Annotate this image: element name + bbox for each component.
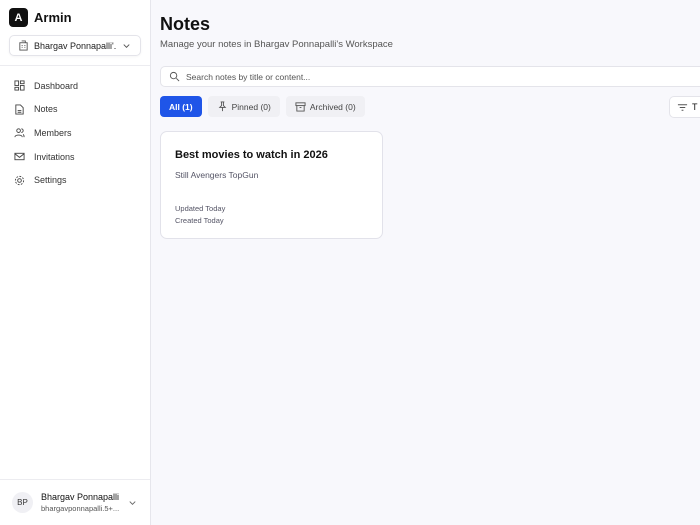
sidebar-item-label: Dashboard	[34, 81, 78, 91]
note-card[interactable]: Best movies to watch in 2026 Still Aveng…	[160, 131, 383, 239]
sidebar-item-label: Settings	[34, 175, 67, 185]
sidebar-item-invitations[interactable]: Invitations	[9, 145, 143, 169]
tab-all[interactable]: All (1)	[160, 96, 202, 117]
tab-archived[interactable]: Archived (0)	[286, 96, 365, 117]
sidebar-item-notes[interactable]: Notes	[9, 98, 143, 122]
search-box[interactable]	[160, 66, 700, 87]
tab-label: Archived (0)	[310, 102, 356, 112]
main-content: Notes Manage your notes in Bhargav Ponna…	[160, 0, 700, 525]
logo: A	[9, 8, 28, 27]
dashboard-icon	[14, 80, 25, 91]
tab-label: All (1)	[169, 102, 193, 112]
note-created: Created Today	[175, 216, 224, 225]
note-title: Best movies to watch in 2026	[175, 149, 328, 161]
chevron-down-icon	[121, 40, 132, 51]
members-icon	[14, 127, 25, 138]
filter-tabs: All (1) Pinned (0) Archived (0)	[160, 96, 365, 117]
user-name: Bhargav Ponnapalli	[41, 492, 119, 502]
sidebar-item-label: Members	[34, 128, 72, 138]
divider	[0, 65, 150, 66]
search-icon	[169, 71, 180, 82]
notes-icon	[14, 104, 25, 115]
gear-icon	[14, 175, 25, 186]
sort-label: T	[692, 102, 698, 112]
brand-name: Armin	[34, 10, 72, 25]
sidebar-item-members[interactable]: Members	[9, 121, 143, 145]
workspace-name: Bhargav Ponnapalli'...	[34, 41, 116, 51]
chevron-down-icon	[127, 497, 138, 508]
sidebar-item-dashboard[interactable]: Dashboard	[9, 74, 143, 98]
building-icon	[18, 40, 29, 51]
tab-label: Pinned (0)	[232, 102, 271, 112]
workspace-selector[interactable]: Bhargav Ponnapalli'...	[9, 35, 141, 56]
sidebar-nav: Dashboard Notes Members Invitations Sett…	[9, 74, 143, 192]
pin-icon	[217, 101, 228, 112]
note-content: Still Avengers TopGun	[175, 170, 258, 180]
sidebar-item-label: Invitations	[34, 152, 75, 162]
page-title: Notes	[160, 14, 210, 35]
search-input[interactable]	[186, 72, 586, 82]
user-email: bhargavponnapalli.5+...	[41, 504, 119, 513]
user-menu[interactable]: BP Bhargav Ponnapalli bhargavponnapalli.…	[0, 479, 150, 525]
brand: A Armin	[9, 8, 72, 27]
sort-button[interactable]: T	[669, 96, 700, 118]
mail-icon	[14, 151, 25, 162]
filter-icon	[677, 102, 688, 113]
tab-pinned[interactable]: Pinned (0)	[208, 96, 280, 117]
sidebar-item-settings[interactable]: Settings	[9, 168, 143, 192]
sidebar-item-label: Notes	[34, 104, 58, 114]
avatar: BP	[12, 492, 33, 513]
page-subtitle: Manage your notes in Bhargav Ponnapalli'…	[160, 39, 393, 50]
sidebar: A Armin Bhargav Ponnapalli'... Dashboard…	[0, 0, 151, 525]
note-updated: Updated Today	[175, 204, 225, 213]
archive-icon	[295, 101, 306, 112]
